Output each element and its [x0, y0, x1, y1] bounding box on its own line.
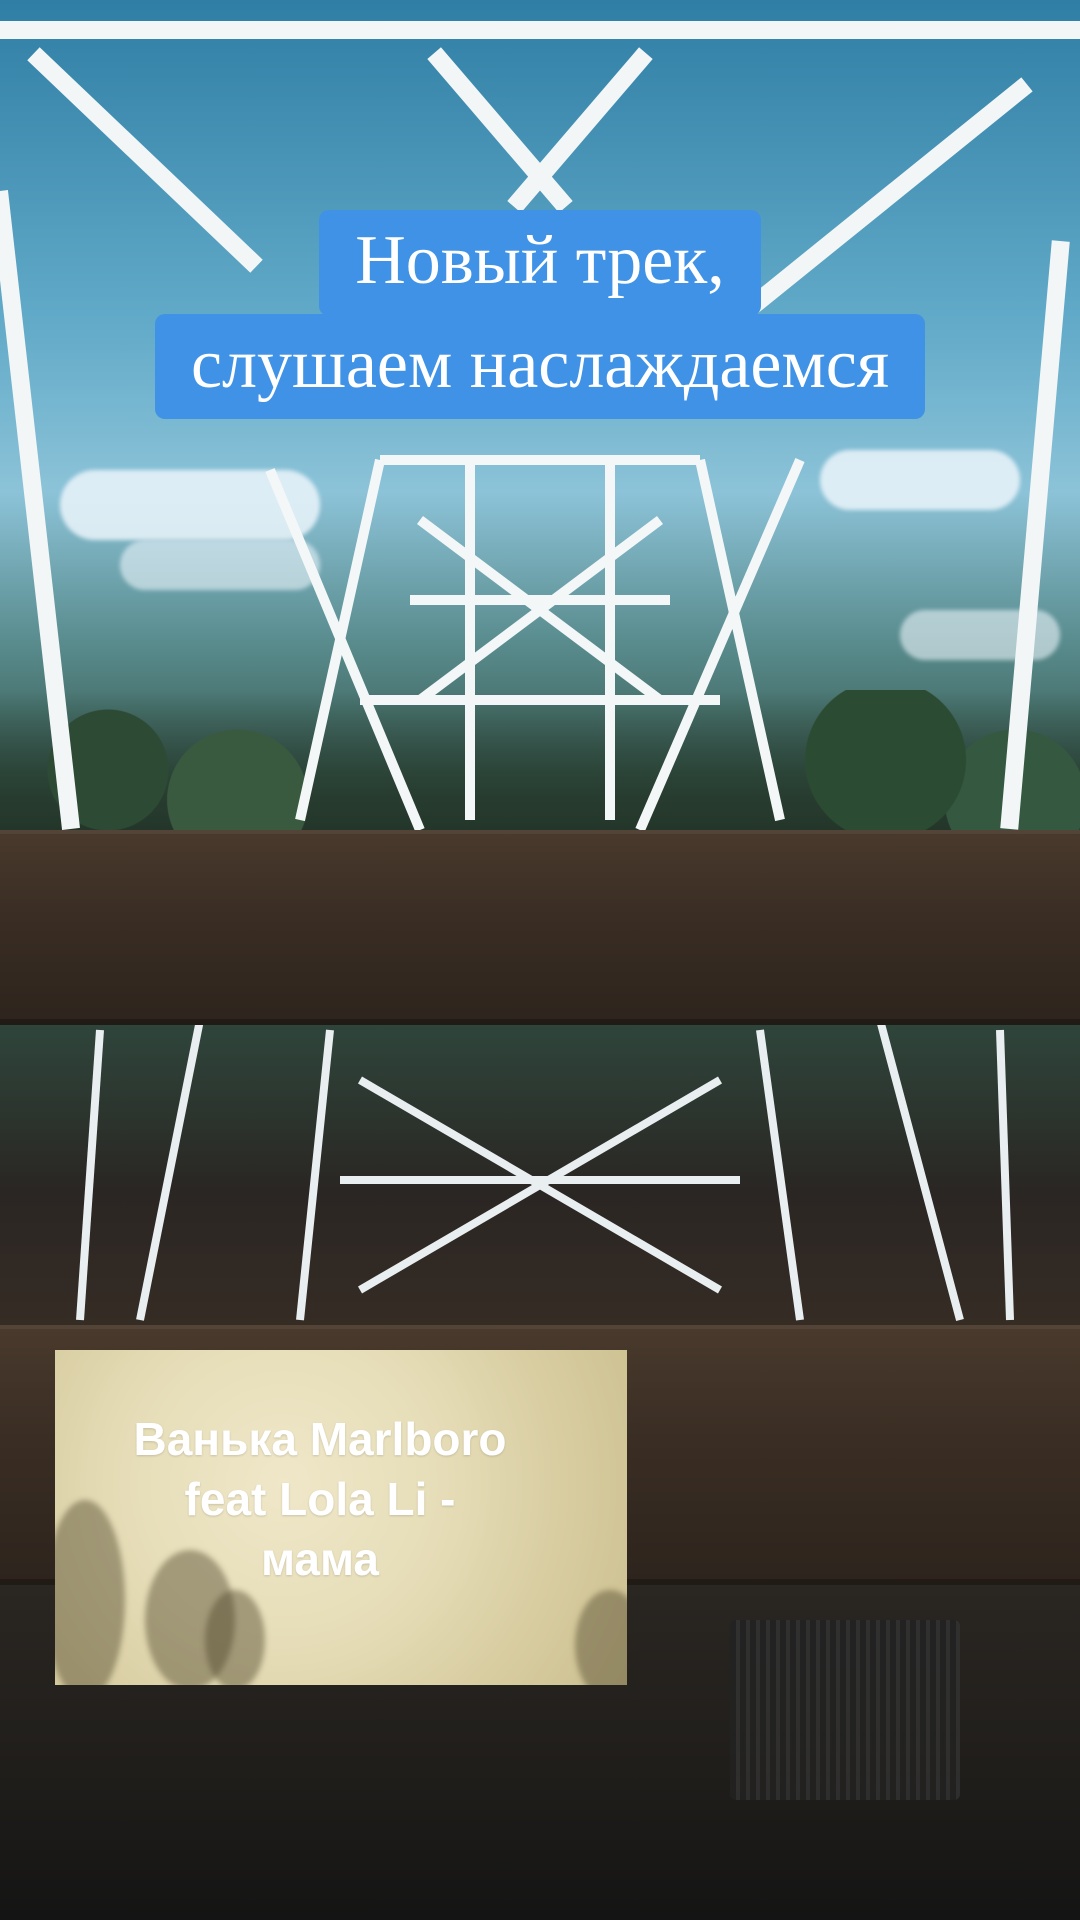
track-title: Ванька Marlboro feat Lola Li - мама [85, 1410, 555, 1589]
wooden-beam [0, 830, 1080, 1025]
caption-line-2: слушаем наслаждаемся [154, 313, 926, 419]
track-title-line-3: мама [260, 1532, 379, 1585]
silhouette [205, 1590, 265, 1685]
video-frame[interactable]: Новый трек, слушаем наслаждаемся Ванька … [0, 0, 1080, 1920]
ferris-wheel-structure [0, 21, 1080, 1322]
track-title-line-2: feat Lola Li - [184, 1472, 456, 1525]
track-sticker[interactable]: Ванька Marlboro feat Lola Li - мама [55, 1350, 627, 1685]
track-title-line-1: Ванька Marlboro [133, 1413, 507, 1465]
vent-grille [730, 1620, 960, 1800]
video-caption: Новый трек, слушаем наслаждаемся [0, 210, 1080, 419]
silhouette [575, 1590, 627, 1685]
caption-line-1: Новый трек, [319, 210, 761, 316]
